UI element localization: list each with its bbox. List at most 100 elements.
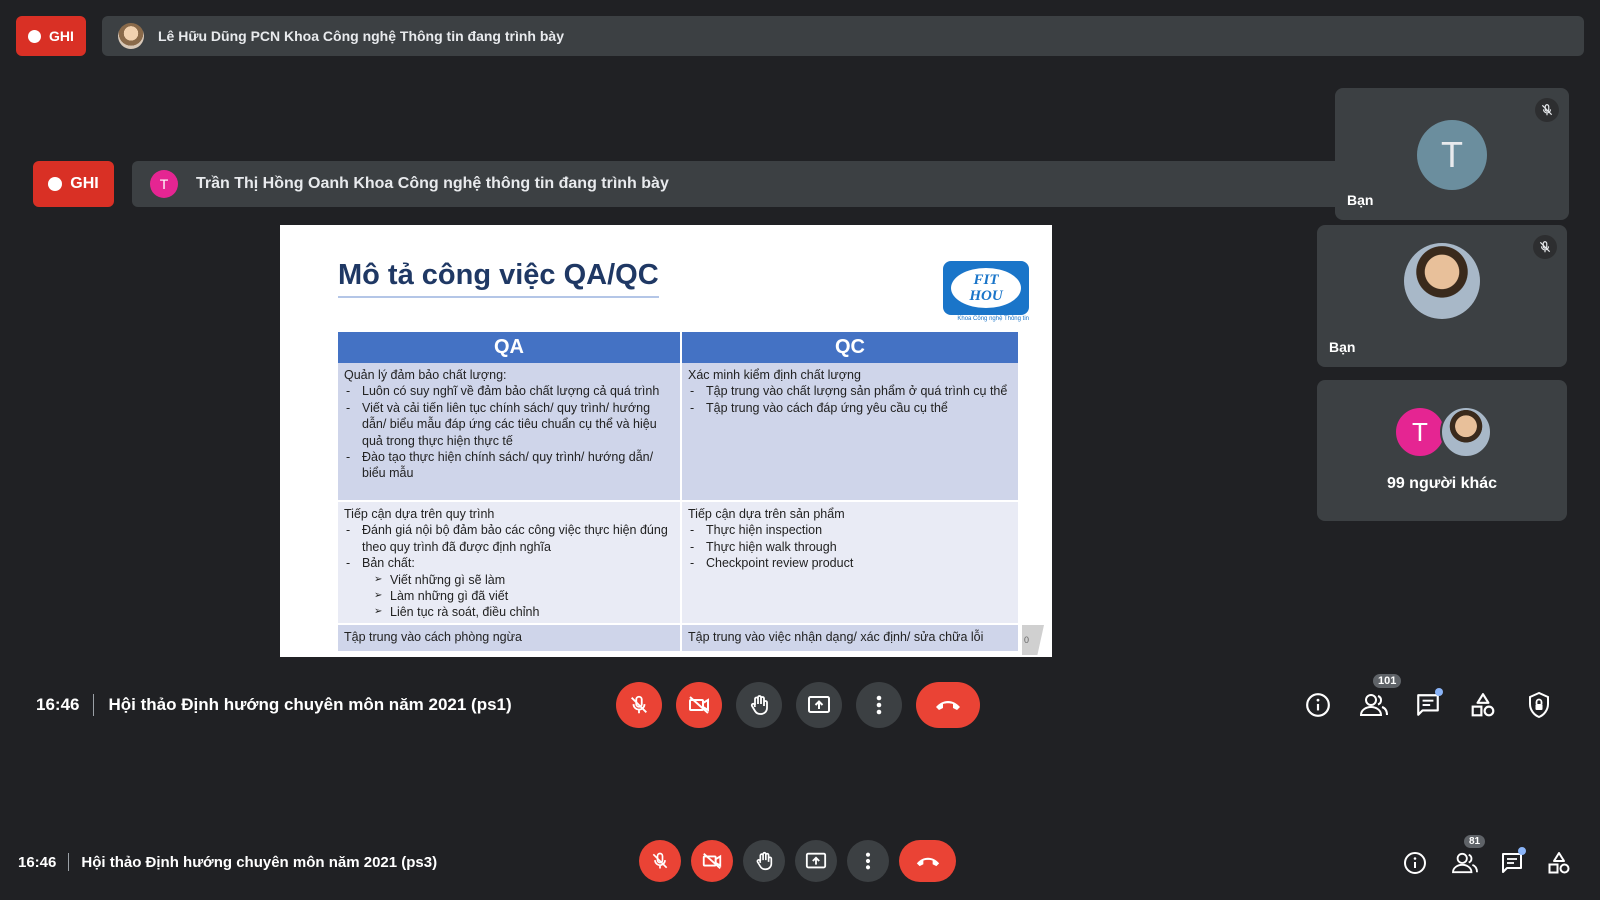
- participant-avatar: T: [1417, 120, 1487, 190]
- mic-off-icon: [631, 695, 647, 714]
- other-photo: [1440, 406, 1492, 458]
- inner-host-controls-icon[interactable]: [1526, 691, 1552, 719]
- qa-qc-table: QA QC Quản lý đảm bảo chất lượng: Luôn c…: [338, 332, 1020, 653]
- participant-name: Bạn: [1329, 339, 1356, 355]
- hand-icon: [756, 851, 773, 871]
- more-vert-icon: [876, 695, 882, 715]
- list-item: Checkpoint review product: [688, 555, 1012, 572]
- other-avatar: T: [1394, 406, 1446, 458]
- activities-icon[interactable]: [1547, 851, 1571, 875]
- inner-chat-unread-dot: [1435, 688, 1443, 696]
- sub-list-item: Liên tục rà soát, điều chỉnh: [374, 604, 674, 621]
- table-row: Tiếp cận dựa trên quy trình Đánh giá nội…: [338, 501, 1020, 625]
- others-count-label: 99 người khác: [1386, 475, 1498, 492]
- leave-call-button[interactable]: [899, 840, 956, 882]
- inner-presenter-banner: T Trần Thị Hồng Oanh Khoa Công nghệ thôn…: [132, 161, 1342, 207]
- others-tile[interactable]: T 99 người khác: [1317, 380, 1567, 521]
- present-button[interactable]: [795, 840, 837, 882]
- list-item: Đào tạo thực hiện chính sách/ quy trình/…: [344, 449, 674, 482]
- hang-up-icon: [936, 701, 960, 710]
- list-item: Bản chất:: [344, 555, 674, 572]
- cell-heading: Xác minh kiểm định chất lượng: [688, 368, 861, 382]
- presenter-avatar: [118, 23, 144, 49]
- participant-tile-camera[interactable]: Bạn: [1317, 225, 1567, 367]
- participant-count-badge: 81: [1462, 833, 1488, 850]
- inner-mic-toggle-button[interactable]: [616, 682, 662, 728]
- people-icon[interactable]: [1451, 851, 1479, 875]
- participant-tile-self[interactable]: T Bạn: [1335, 88, 1569, 220]
- list-item: Đánh giá nội bộ đảm bảo các công việc th…: [344, 522, 674, 555]
- camera-off-icon: [689, 696, 709, 714]
- camera-off-icon: [702, 852, 722, 870]
- cell-heading: Tiếp cận dựa trên quy trình: [344, 507, 495, 521]
- mic-off-icon: [652, 852, 668, 869]
- participant-name: Bạn: [1347, 192, 1374, 208]
- sub-list-item: Làm những gì đã viết: [374, 588, 674, 605]
- inner-raise-hand-button[interactable]: [736, 682, 782, 728]
- inner-activities-icon[interactable]: [1470, 692, 1496, 718]
- participant-photo: [1404, 243, 1480, 319]
- chat-unread-dot: [1518, 847, 1526, 855]
- inner-participant-count-badge: 101: [1371, 672, 1404, 690]
- inner-meeting-title: Hội thảo Định hướng chuyên môn năm 2021 …: [108, 695, 512, 714]
- outer-meeting-details: 16:46 Hội thảo Định hướng chuyên môn năm…: [18, 851, 437, 873]
- raise-hand-button[interactable]: [743, 840, 785, 882]
- table-cell: Xác minh kiểm định chất lượng Tập trung …: [681, 363, 1020, 502]
- record-indicator[interactable]: GHI: [16, 16, 86, 56]
- divider: [93, 694, 95, 716]
- list-item: Tập trung vào chất lượng sản phẩm ở quá …: [688, 383, 1012, 400]
- mic-off-icon: [1533, 235, 1557, 259]
- present-screen-icon: [808, 696, 830, 713]
- column-header-qa: QA: [338, 332, 682, 363]
- table-row: Quản lý đảm bảo chất lượng: Luôn có suy …: [338, 363, 1020, 502]
- more-options-button[interactable]: [847, 840, 889, 882]
- mic-toggle-button[interactable]: [639, 840, 681, 882]
- inner-meeting-details: 16:46 Hội thảo Định hướng chuyên môn năm…: [36, 693, 512, 717]
- inner-record-dot-icon: [48, 177, 63, 191]
- list-item: Luôn có suy nghĩ về đảm bảo chất lượng c…: [344, 383, 674, 400]
- record-dot-icon: [28, 29, 42, 43]
- table-cell: Tập trung vào cách phòng ngừa: [338, 623, 682, 653]
- inner-camera-toggle-button[interactable]: [676, 682, 722, 728]
- hang-up-icon: [916, 857, 939, 866]
- logo-text-fit: FIT: [973, 272, 999, 288]
- table-row: Tập trung vào cách phòng ngừa Tập trung …: [338, 623, 1020, 653]
- inner-presenter-avatar: T: [150, 170, 178, 198]
- outer-clock: 16:46: [18, 853, 57, 871]
- table-cell: Quản lý đảm bảo chất lượng: Luôn có suy …: [338, 363, 682, 502]
- inner-leave-call-button[interactable]: [916, 682, 980, 728]
- inner-presenter-banner-text: Trần Thị Hồng Oanh Khoa Công nghệ thông …: [196, 175, 669, 192]
- logo-text-hou: HOU: [969, 288, 1003, 304]
- record-label: GHI: [49, 28, 74, 44]
- inner-people-icon[interactable]: [1359, 692, 1389, 718]
- presenter-banner-text: Lê Hữu Dũng PCN Khoa Công nghệ Thông tin…: [158, 28, 564, 44]
- hand-icon: [750, 695, 768, 715]
- inner-record-label: GHI: [70, 175, 99, 192]
- inner-meeting-details-icon[interactable]: [1305, 692, 1331, 718]
- mic-off-icon: [1535, 98, 1559, 122]
- inner-record-indicator[interactable]: GHI: [33, 161, 114, 207]
- sub-list-item: Viết những gì sẽ làm: [374, 572, 674, 589]
- outer-meeting-title: Hội thảo Định hướng chuyên môn năm 2021 …: [81, 853, 438, 871]
- meeting-details-icon[interactable]: [1403, 851, 1427, 875]
- divider: [68, 853, 70, 871]
- presenter-banner: Lê Hữu Dũng PCN Khoa Công nghệ Thông tin…: [102, 16, 1584, 56]
- cell-heading: Tiếp cận dựa trên sản phẩm: [688, 507, 845, 521]
- table-cell: Tiếp cận dựa trên sản phẩm Thực hiện ins…: [681, 501, 1020, 625]
- camera-toggle-button[interactable]: [691, 840, 733, 882]
- inner-present-button[interactable]: [796, 682, 842, 728]
- table-cell: Tiếp cận dựa trên quy trình Đánh giá nội…: [338, 501, 682, 625]
- list-item: Viết và cải tiến liên tục chính sách/ qu…: [344, 400, 674, 449]
- presentation-slide: Mô tả công việc QA/QC FIT HOU Khoa Công …: [280, 225, 1052, 657]
- present-screen-icon: [805, 852, 827, 869]
- inner-more-options-button[interactable]: [856, 682, 902, 728]
- slide-title: Mô tả công việc QA/QC: [338, 259, 659, 298]
- slide-page-number: 0: [1022, 625, 1044, 655]
- fit-hou-logo: FIT HOU Khoa Công nghệ Thông tin: [943, 261, 1029, 322]
- column-header-qc: QC: [681, 332, 1020, 363]
- more-vert-icon: [865, 852, 871, 870]
- inner-clock: 16:46: [36, 695, 80, 714]
- table-cell: Tập trung vào việc nhận dạng/ xác định/ …: [681, 623, 1020, 653]
- list-item: Thực hiện walk through: [688, 539, 1012, 556]
- cell-heading: Quản lý đảm bảo chất lượng:: [344, 368, 507, 382]
